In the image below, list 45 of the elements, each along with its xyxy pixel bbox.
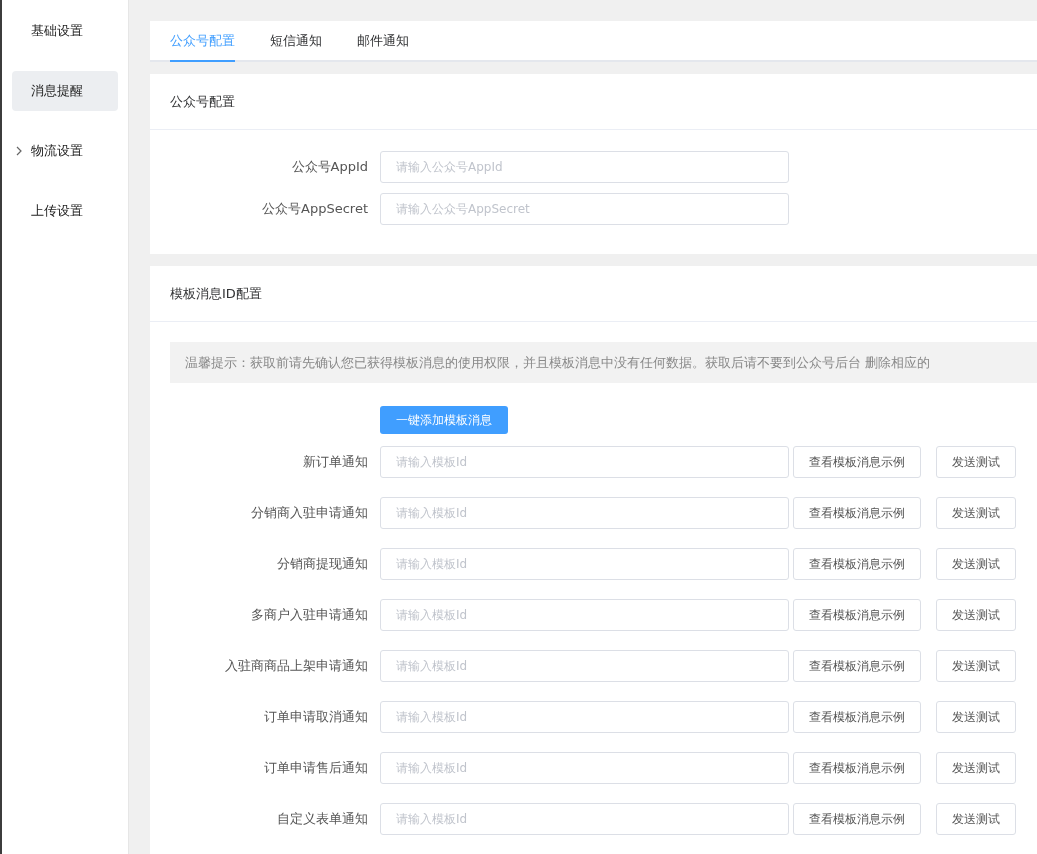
input-field[interactable]: 请输入公众号AppId bbox=[380, 151, 789, 183]
notice-text: 温馨提示：获取前请先确认您已获得模板消息的使用权限，并且模板消息中没有任何数据。获取后请不要到公众号后台 删除相应的 bbox=[170, 342, 1037, 383]
sidebar-item[interactable]: 消息提醒 bbox=[12, 71, 118, 111]
field-label: 公众号AppId bbox=[290, 158, 369, 176]
input-field[interactable]: 请输入模板Id bbox=[380, 548, 789, 580]
send-test-button[interactable]: 发送测试 bbox=[936, 701, 1016, 733]
input-field[interactable]: 请输入模板Id bbox=[380, 446, 789, 478]
send-test-button[interactable]: 发送测试 bbox=[936, 752, 1016, 784]
field-label: 订单申请售后通知 bbox=[263, 759, 369, 777]
view-example-button[interactable]: 查看模板消息示例 bbox=[793, 752, 921, 784]
input-field[interactable]: 请输入模板Id bbox=[380, 803, 789, 835]
input-field[interactable]: 请输入模板Id bbox=[380, 752, 789, 784]
sidebar-item[interactable]: 物流设置 bbox=[12, 131, 118, 171]
view-example-button[interactable]: 查看模板消息示例 bbox=[793, 650, 921, 682]
send-test-button[interactable]: 发送测试 bbox=[936, 650, 1016, 682]
field-label: 订单申请取消通知 bbox=[263, 708, 369, 726]
view-example-button[interactable]: 查看模板消息示例 bbox=[793, 548, 921, 580]
field-label: 多商户入驻申请通知 bbox=[250, 606, 369, 624]
field-label: 分销商提现通知 bbox=[276, 555, 369, 573]
input-field[interactable]: 请输入公众号AppSecret bbox=[380, 193, 789, 225]
view-example-button[interactable]: 查看模板消息示例 bbox=[793, 497, 921, 529]
view-example-button[interactable]: 查看模板消息示例 bbox=[793, 701, 921, 733]
section-title: 公众号配置 bbox=[150, 74, 1037, 130]
field-label: 入驻商商品上架申请通知 bbox=[224, 657, 369, 675]
field-label: 分销商入驻申请通知 bbox=[250, 504, 369, 522]
sidebar-item[interactable]: 基础设置 bbox=[12, 11, 118, 51]
send-test-button[interactable]: 发送测试 bbox=[936, 803, 1016, 835]
input-field[interactable]: 请输入模板Id bbox=[380, 497, 789, 529]
section-title: 模板消息ID配置 bbox=[150, 266, 1037, 322]
field-label: 自定义表单通知 bbox=[276, 810, 369, 828]
input-field[interactable]: 请输入模板Id bbox=[380, 650, 789, 682]
send-test-button[interactable]: 发送测试 bbox=[936, 599, 1016, 631]
view-example-button[interactable]: 查看模板消息示例 bbox=[793, 599, 921, 631]
tab[interactable]: 短信通知 bbox=[270, 21, 357, 62]
view-example-button[interactable]: 查看模板消息示例 bbox=[793, 803, 921, 835]
send-test-button[interactable]: 发送测试 bbox=[936, 548, 1016, 580]
tab[interactable]: 邮件通知 bbox=[357, 21, 444, 62]
sidebar-item[interactable]: 上传设置 bbox=[12, 191, 118, 231]
input-field[interactable]: 请输入模板Id bbox=[380, 701, 789, 733]
field-label: 新订单通知 bbox=[302, 453, 369, 471]
view-example-button[interactable]: 查看模板消息示例 bbox=[793, 446, 921, 478]
send-test-button[interactable]: 发送测试 bbox=[936, 446, 1016, 478]
field-label: 公众号AppSecret bbox=[261, 200, 369, 218]
input-field[interactable]: 请输入模板Id bbox=[380, 599, 789, 631]
send-test-button[interactable]: 发送测试 bbox=[936, 497, 1016, 529]
